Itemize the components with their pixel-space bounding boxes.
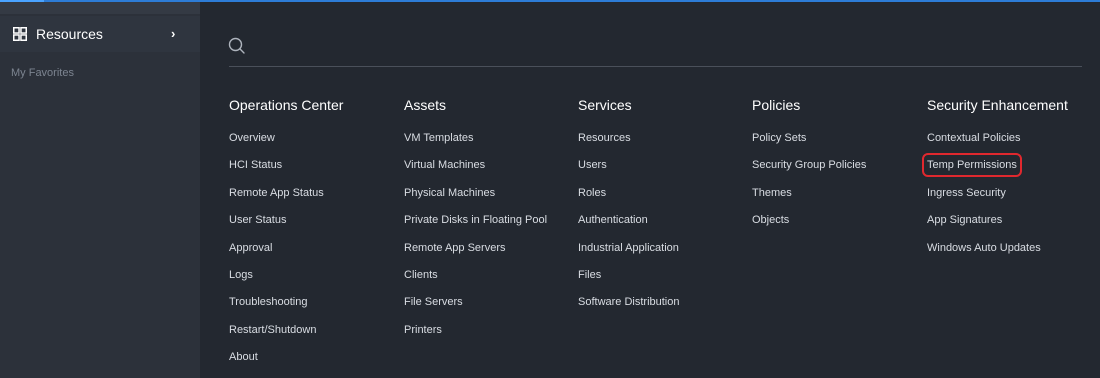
menu-item-restart-shutdown[interactable]: Restart/Shutdown (229, 323, 343, 337)
chevron-right-icon: › (171, 26, 176, 41)
favorites-label: My Favorites (11, 67, 74, 79)
menu-item-app-signatures[interactable]: App Signatures (927, 213, 1068, 227)
menu-item-virtual-machines[interactable]: Virtual Machines (404, 158, 547, 172)
menu-item-label: Temp Permissions (922, 153, 1022, 178)
column-title: Operations Center (229, 97, 344, 113)
menu-item-remote-app-status[interactable]: Remote App Status (229, 186, 343, 200)
menu-item-vm-templates[interactable]: VM Templates (404, 131, 547, 145)
app-window: Resources › My Favorites Operations Cent… (0, 0, 1100, 378)
grid-icon (13, 27, 27, 41)
menu-item-authentication[interactable]: Authentication (578, 213, 680, 227)
menu-item-clients[interactable]: Clients (404, 268, 547, 282)
menu-item-file-servers[interactable]: File Servers (404, 295, 547, 309)
menu-item-files[interactable]: Files (578, 268, 680, 282)
menu-item-logs[interactable]: Logs (229, 268, 343, 282)
menu-column-operations-center: Operations Center Overview HCI Status Re… (229, 96, 343, 378)
menu-item-resources[interactable]: Resources (578, 131, 680, 145)
sidebar-item-label: Resources (36, 26, 103, 42)
sidebar-item-resources[interactable]: Resources › (0, 16, 200, 52)
search-icon[interactable] (228, 37, 246, 55)
menu-item-printers[interactable]: Printers (404, 323, 547, 337)
menu-item-troubleshooting[interactable]: Troubleshooting (229, 295, 343, 309)
sidebar: Resources › My Favorites (0, 2, 200, 378)
menu-item-ingress-security[interactable]: Ingress Security (927, 186, 1068, 200)
menu-item-objects[interactable]: Objects (752, 213, 866, 227)
menu-item-hci-status[interactable]: HCI Status (229, 158, 343, 172)
menu-item-contextual-policies[interactable]: Contextual Policies (927, 131, 1068, 145)
menu-item-security-group-policies[interactable]: Security Group Policies (752, 158, 866, 172)
menu-item-physical-machines[interactable]: Physical Machines (404, 186, 547, 200)
menu-item-temp-permissions[interactable]: Temp Permissions (922, 153, 1068, 178)
column-title: Services (578, 97, 632, 113)
menu-item-overview[interactable]: Overview (229, 131, 343, 145)
sidebar-header (0, 2, 200, 14)
column-title: Security Enhancement (927, 97, 1068, 113)
column-title: Policies (752, 97, 801, 113)
menu-column-assets: Assets VM Templates Virtual Machines Phy… (404, 96, 547, 350)
menu-item-user-status[interactable]: User Status (229, 213, 343, 227)
menu-item-policy-sets[interactable]: Policy Sets (752, 131, 866, 145)
menu-column-security-enhancement: Security Enhancement Contextual Policies… (922, 96, 1068, 268)
menu-column-policies: Policies Policy Sets Security Group Poli… (752, 96, 866, 241)
menu-item-industrial-application[interactable]: Industrial Application (578, 241, 680, 255)
menu-item-windows-auto-updates[interactable]: Windows Auto Updates (927, 241, 1068, 255)
menu-item-themes[interactable]: Themes (752, 186, 866, 200)
menu-item-approval[interactable]: Approval (229, 241, 343, 255)
menu-column-services: Services Resources Users Roles Authentic… (578, 96, 680, 323)
menu-item-remote-app-servers[interactable]: Remote App Servers (404, 241, 547, 255)
menu-item-about[interactable]: About (229, 350, 343, 364)
menu-item-software-distribution[interactable]: Software Distribution (578, 295, 680, 309)
menu-item-roles[interactable]: Roles (578, 186, 680, 200)
column-title: Assets (404, 97, 447, 113)
search-input[interactable] (229, 66, 1082, 67)
menu-item-private-disks[interactable]: Private Disks in Floating Pool (404, 213, 547, 227)
menu-item-users[interactable]: Users (578, 158, 680, 172)
